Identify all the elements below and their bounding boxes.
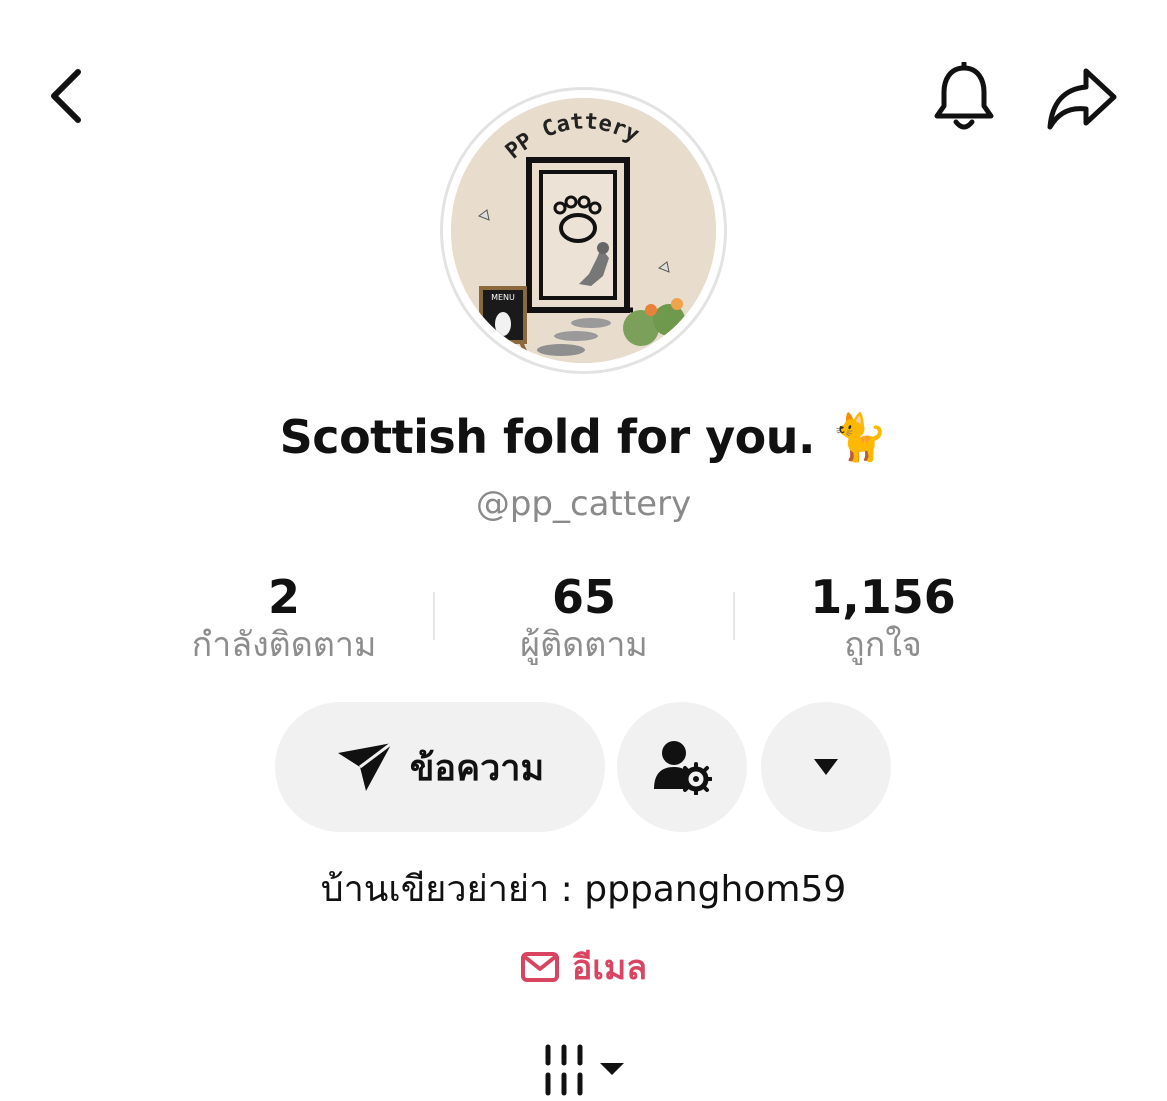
grid-lines-icon <box>545 1044 624 1096</box>
avatar-image: PP Cattery MENU <box>451 98 716 363</box>
bio-text: บ้านเขียวย่าย่า : pppanghom59 <box>320 869 847 910</box>
username-handle: @pp_cattery <box>475 484 692 524</box>
stat-following[interactable]: 2 กำลังติดตาม <box>134 570 434 668</box>
message-button[interactable]: ข้อความ <box>275 702 605 832</box>
avatar-menu-text: MENU <box>491 293 515 302</box>
stat-followers-count: 65 <box>551 570 616 624</box>
notification-bell-button[interactable] <box>922 56 1006 140</box>
bell-icon <box>934 62 994 130</box>
stat-likes-label: ถูกใจ <box>844 625 922 665</box>
mail-icon <box>520 952 559 982</box>
content-tab-toggle[interactable] <box>534 1040 634 1100</box>
email-link-label: อีเมล <box>571 948 648 988</box>
profile-avatar[interactable]: PP Cattery MENU <box>440 87 727 374</box>
message-button-label: ข้อความ <box>409 747 545 789</box>
profile-page: PP Cattery MENU Scottish fold for you. 🐈… <box>0 0 1167 1101</box>
stat-following-count: 2 <box>267 570 300 624</box>
user-settings-button[interactable] <box>617 702 747 832</box>
back-button[interactable] <box>30 60 102 132</box>
display-name: Scottish fold for you. 🐈 <box>279 410 888 464</box>
stat-followers-label: ผู้ติดตาม <box>520 625 648 665</box>
chevron-left-icon <box>51 69 81 123</box>
stat-following-label: กำลังติดตาม <box>191 625 377 665</box>
more-options-button[interactable] <box>761 702 891 832</box>
share-button[interactable] <box>1040 56 1124 140</box>
stat-followers[interactable]: 65 ผู้ติดตาม <box>434 570 734 668</box>
stat-likes-count: 1,156 <box>810 570 956 624</box>
triangle-down-icon <box>814 759 838 775</box>
send-icon <box>337 741 393 791</box>
user-gear-icon <box>654 741 712 795</box>
stat-likes[interactable]: 1,156 ถูกใจ <box>733 570 1033 668</box>
email-link[interactable]: อีเมล <box>0 940 1167 994</box>
share-arrow-icon <box>1047 68 1117 130</box>
